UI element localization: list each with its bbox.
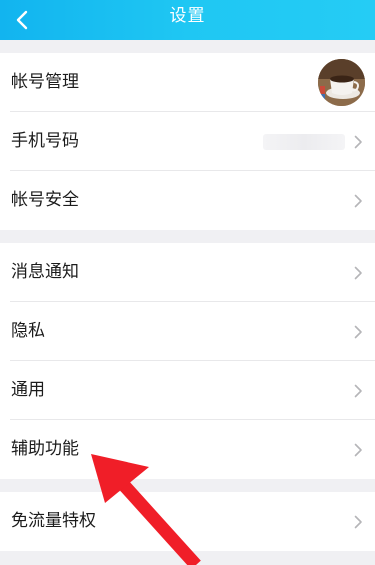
row-phone-number[interactable]: 手机号码 bbox=[0, 112, 375, 171]
chevron-right-icon bbox=[354, 515, 363, 529]
row-notifications[interactable]: 消息通知 bbox=[0, 243, 375, 302]
row-label: 消息通知 bbox=[11, 262, 79, 282]
page-title: 设置 bbox=[169, 6, 206, 26]
data-privilege-group: 免流量特权 bbox=[0, 492, 375, 551]
row-label: 辅助功能 bbox=[11, 439, 79, 459]
phone-number-value bbox=[263, 134, 345, 150]
row-account-management[interactable]: 帐号管理 bbox=[0, 53, 375, 112]
row-data-free-privilege[interactable]: 免流量特权 bbox=[0, 492, 375, 551]
row-account-security[interactable]: 帐号安全 bbox=[0, 171, 375, 230]
chevron-right-icon bbox=[354, 443, 363, 457]
chevron-right-icon bbox=[354, 384, 363, 398]
chevron-right-icon bbox=[354, 135, 363, 149]
chevron-right-icon bbox=[354, 194, 363, 208]
row-label: 帐号安全 bbox=[11, 190, 79, 210]
row-label: 免流量特权 bbox=[11, 511, 96, 531]
account-group: 帐号管理 手机号码 帐号安全 bbox=[0, 53, 375, 230]
row-privacy[interactable]: 隐私 bbox=[0, 302, 375, 361]
chevron-right-icon bbox=[354, 325, 363, 339]
avatar bbox=[318, 59, 365, 106]
top-bar: 设置 bbox=[0, 0, 375, 40]
row-label: 手机号码 bbox=[11, 131, 79, 151]
row-general[interactable]: 通用 bbox=[0, 361, 375, 420]
row-label: 通用 bbox=[11, 380, 45, 400]
row-label: 隐私 bbox=[11, 321, 45, 341]
general-group: 消息通知 隐私 通用 辅助功能 bbox=[0, 243, 375, 479]
chevron-right-icon bbox=[354, 266, 363, 280]
row-label: 帐号管理 bbox=[11, 72, 79, 92]
row-accessibility[interactable]: 辅助功能 bbox=[0, 420, 375, 479]
